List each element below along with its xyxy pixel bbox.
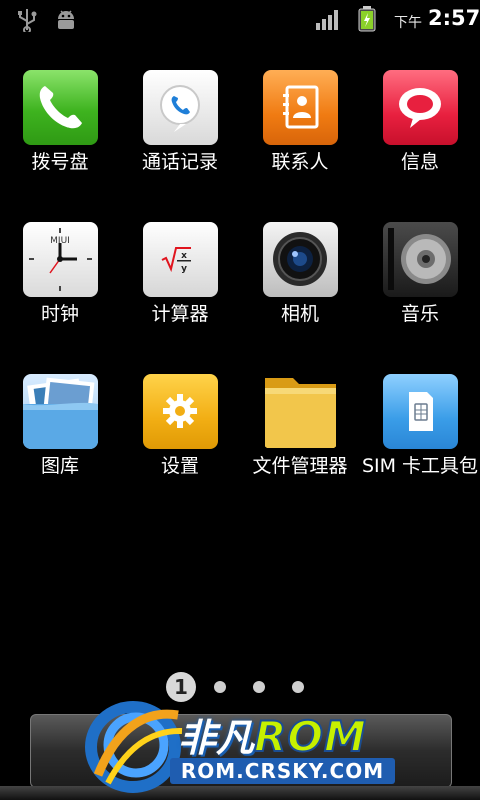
usb-icon <box>16 8 38 36</box>
sim-card-icon[interactable] <box>383 374 458 449</box>
status-time: 2:57 <box>428 6 480 30</box>
watermark-logo: 非凡ROM ROM.CRSKY.COM <box>78 695 408 795</box>
app-label: 联系人 <box>271 151 329 173</box>
android-debug-icon <box>55 8 77 34</box>
gallery-icon[interactable] <box>23 374 98 449</box>
calc-formula-bottom: y <box>181 264 187 274</box>
status-ampm: 下午 <box>394 15 422 31</box>
watermark-brand-cn: 非凡 <box>178 716 255 760</box>
app-label: 图库 <box>40 455 79 477</box>
camera-icon[interactable] <box>263 222 338 297</box>
app-label: 设置 <box>160 455 199 477</box>
message-icon[interactable] <box>383 70 458 145</box>
watermark-url: ROM.CRSKY.COM <box>170 758 395 784</box>
app-label: 通话记录 <box>141 151 218 173</box>
calc-formula-top: x <box>181 251 187 261</box>
contacts-icon[interactable] <box>263 70 338 145</box>
page-dot[interactable] <box>253 681 265 693</box>
call-log-icon[interactable] <box>143 70 218 145</box>
app-label: 拨号盘 <box>31 151 89 173</box>
gear-icon[interactable] <box>143 374 218 449</box>
signal-icon <box>316 9 342 35</box>
app-label: 计算器 <box>151 303 209 325</box>
page-dot[interactable] <box>214 681 226 693</box>
clock-icon[interactable]: MIUI <box>23 222 98 297</box>
app-label: 信息 <box>400 151 439 173</box>
app-label: 相机 <box>280 303 319 325</box>
status-bar[interactable]: 下午 2:57 <box>0 0 480 38</box>
app-label: 时钟 <box>40 303 79 325</box>
phone-icon[interactable] <box>23 70 98 145</box>
music-icon[interactable] <box>383 222 458 297</box>
watermark-title: 非凡ROM <box>178 707 367 762</box>
battery-charging-icon <box>358 6 376 36</box>
app-label: SIM 卡工具包 <box>361 455 479 477</box>
folder-icon[interactable] <box>263 374 338 449</box>
watermark-brand-rom: ROM <box>253 711 367 762</box>
app-label: 音乐 <box>400 303 439 325</box>
calculator-icon[interactable]: x y <box>143 222 218 297</box>
page-dot[interactable] <box>292 681 304 693</box>
app-label: 文件管理器 <box>252 455 348 477</box>
